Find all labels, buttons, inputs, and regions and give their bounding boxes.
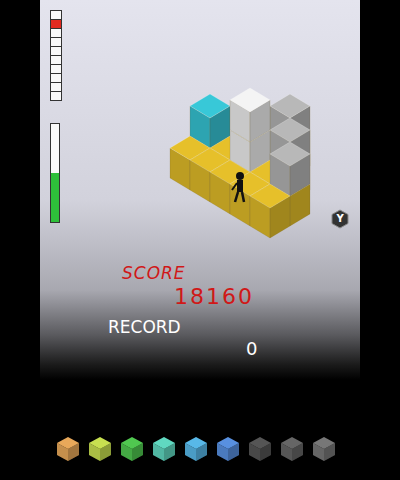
palette-cube-icon[interactable] <box>120 436 144 462</box>
cube-scene <box>40 0 360 260</box>
record-label: RECORD <box>108 316 360 338</box>
scene-cube <box>250 184 290 238</box>
game-stage: Y <box>40 0 360 262</box>
meter-segment <box>51 65 61 73</box>
meter-segment <box>51 47 61 55</box>
palette-cube-icon[interactable] <box>248 436 272 462</box>
cube-palette <box>40 436 360 462</box>
score-label: SCORE <box>122 262 360 284</box>
danger-meter <box>50 10 62 101</box>
palette-cube-icon[interactable] <box>216 436 240 462</box>
meter-segment <box>51 92 61 100</box>
meter-segment <box>51 56 61 64</box>
game-screen: YSCORE18160RECORD0 <box>40 0 360 480</box>
meter-segment <box>51 29 61 37</box>
score-panel: SCORE18160 <box>40 262 360 316</box>
health-bar <box>50 123 60 223</box>
palette-cube-icon[interactable] <box>312 436 336 462</box>
palette-cube-icon[interactable] <box>152 436 176 462</box>
scene-cube <box>230 88 270 142</box>
palette-cube-icon[interactable] <box>280 436 304 462</box>
ninja-icon <box>232 172 244 202</box>
page: YSCORE18160RECORD0 <box>0 0 400 480</box>
meter-segment <box>51 74 61 82</box>
palette-cube-icon[interactable] <box>88 436 112 462</box>
meter-segment <box>51 20 61 28</box>
record-panel: RECORD0 <box>40 316 360 366</box>
meter-segment <box>51 11 61 19</box>
hud-meters <box>50 10 62 223</box>
meter-segment <box>51 38 61 46</box>
health-fill <box>51 173 59 222</box>
y-button-icon[interactable]: Y <box>331 209 349 229</box>
score-value: 18160 <box>122 284 360 310</box>
palette-cube-icon[interactable] <box>184 436 208 462</box>
palette-cube-icon[interactable] <box>56 436 80 462</box>
meter-segment <box>51 83 61 91</box>
record-value: 0 <box>108 338 360 360</box>
